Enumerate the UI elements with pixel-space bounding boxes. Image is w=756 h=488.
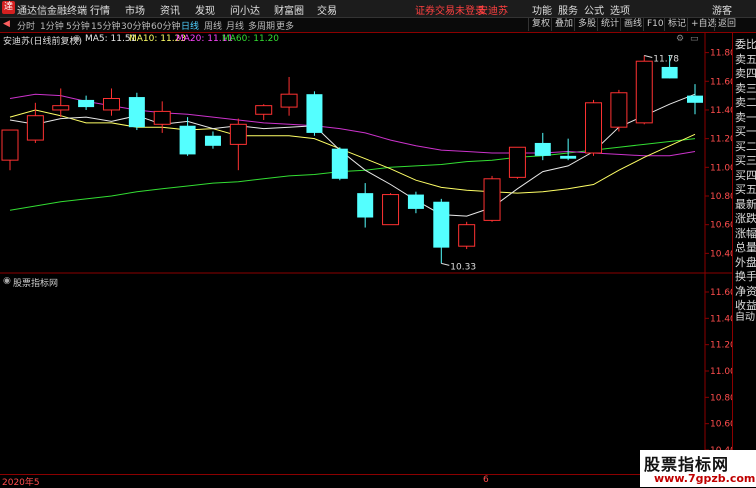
indicator-y-tick-label: 11.00 [710, 367, 732, 377]
legend-toggle-icon[interactable]: ◉ [73, 34, 81, 44]
candle-body-down [534, 142, 551, 156]
draw-line-button[interactable]: 画线 [620, 18, 645, 31]
y-tick-label: 11.00 [710, 163, 732, 173]
low-marker [441, 262, 450, 266]
candle-body-up [280, 93, 298, 108]
candle-body-up [508, 146, 526, 178]
y-tick-label: 11.20 [710, 135, 732, 145]
y-tick-label: 11.60 [710, 77, 732, 87]
menu-wealth-circle[interactable]: 财富圈 [274, 2, 304, 17]
period-toolbar: ◀ 分时 1分钟 5分钟 15分钟 30分钟 60分钟 日线 周线 月线 多周期… [0, 18, 756, 33]
kline-chart[interactable]: 11.80 11.60 11.40 11.20 11.00 10.80 10.60 10.40… [0, 33, 732, 474]
chart-title: 安迪苏(日线前复权) [3, 37, 83, 47]
guest-label[interactable]: 游客 [712, 2, 732, 17]
adjust-button[interactable]: 复权 [528, 18, 553, 31]
menu-service[interactable]: 服务 [558, 2, 578, 17]
indicator-y-tick-label: 10.60 [710, 420, 732, 430]
indicator-y-tick-label: 11.40 [710, 314, 732, 324]
menu-discover[interactable]: 发现 [195, 2, 215, 17]
candle-body-down [78, 99, 95, 108]
period-monthly[interactable]: 月线 [226, 19, 244, 32]
candle-body-up [635, 60, 653, 124]
period-1min[interactable]: 1分钟 [40, 19, 64, 32]
candle-body-up [255, 105, 273, 115]
candle-body-up [610, 92, 628, 128]
candle-body-up [229, 123, 247, 145]
auto-label[interactable]: 自动 [735, 308, 755, 323]
candle-body-down [306, 94, 323, 133]
menu-market[interactable]: 市场 [125, 2, 145, 17]
watermark-logo: 股票指标网 www.7gpzb.com [640, 450, 756, 487]
candle-body-up [1, 129, 19, 161]
ma60-legend: MA60: 11.20 [222, 34, 280, 44]
date-start-label: 2020年5 [2, 478, 40, 488]
candle-body-down [661, 66, 678, 79]
candle-body-down [204, 135, 221, 146]
candle-body-down [407, 194, 424, 209]
menu-options[interactable]: 选项 [610, 2, 630, 17]
indicator-y-tick-label: 10.80 [710, 393, 732, 403]
candle-body-up [458, 224, 476, 247]
period-multi[interactable]: 多周期 [248, 19, 275, 32]
period-daily[interactable]: 日线 [181, 19, 199, 32]
candle-body-up [585, 102, 603, 154]
candle-body-down [433, 201, 450, 248]
indicator-toggle-icon[interactable]: ◉ [3, 276, 11, 286]
candle-body-up [153, 110, 171, 125]
period-5min[interactable]: 5分钟 [66, 19, 90, 32]
chart-settings-icon[interactable]: ⚙ [676, 34, 684, 44]
high-marker [644, 54, 653, 58]
chart-expand-icon[interactable]: ▭ [690, 34, 699, 44]
app-name: 通达信金融终端 [17, 6, 87, 17]
menu-quotes[interactable]: 行情 [90, 2, 110, 17]
menu-ask[interactable]: 问小达 [230, 2, 260, 17]
candle-body-up [483, 178, 501, 221]
candle-body-down [179, 125, 196, 155]
period-intraday[interactable]: 分时 [17, 19, 35, 32]
candle-body-down [357, 193, 374, 218]
y-tick-label: 10.60 [710, 221, 732, 231]
y-tick-label: 11.40 [710, 106, 732, 116]
low-annotation: 10.33 [450, 262, 476, 272]
watermark-url: www.7gpzb.com [654, 472, 756, 485]
menu-formula[interactable]: 公式 [584, 2, 604, 17]
date-axis: 2020年5 6 [0, 474, 732, 488]
indicator-y-tick-label: 11.20 [710, 341, 732, 351]
indicator-title: 股票指标网 [13, 279, 59, 289]
toolbar-arrow-icon[interactable]: ◀ [3, 19, 10, 29]
candle-body-up [26, 115, 44, 141]
period-15min[interactable]: 15分钟 [91, 19, 120, 32]
candle-body-up [382, 194, 400, 226]
date-mid-label: 6 [483, 475, 489, 485]
mark-button[interactable]: 标记 [664, 18, 689, 31]
candle-body-up [52, 105, 70, 111]
candle-body-down [560, 155, 577, 159]
high-annotation: 11.78 [653, 54, 679, 64]
y-tick-label: 10.80 [710, 192, 732, 202]
period-more[interactable]: 更多 [276, 19, 294, 32]
period-60min[interactable]: 60分钟 [151, 19, 180, 32]
y-tick-label: 10.40 [710, 249, 732, 259]
candle-body-up [102, 97, 120, 111]
indicator-y-tick-label: 11.60 [710, 288, 732, 298]
back-button[interactable]: 返回 [714, 18, 739, 31]
period-30min[interactable]: 30分钟 [121, 19, 150, 32]
period-weekly[interactable]: 周线 [204, 19, 222, 32]
multi-stock-button[interactable]: 多股 [574, 18, 599, 31]
statistics-button[interactable]: 统计 [597, 18, 622, 31]
y-tick-label: 11.80 [710, 49, 732, 59]
trade-login-notice[interactable]: 证券交易未登录 [415, 2, 485, 17]
menu-function[interactable]: 功能 [532, 2, 552, 17]
current-stock-link[interactable]: 安迪苏 [478, 2, 508, 17]
candle-body-down [687, 95, 703, 103]
menu-trade[interactable]: 交易 [317, 2, 337, 17]
candle-body-down [128, 97, 145, 128]
menu-news[interactable]: 资讯 [160, 2, 180, 17]
overlay-button[interactable]: 叠加 [551, 18, 576, 31]
candle-body-down [331, 148, 348, 179]
app-logo-icon: 達 [2, 1, 15, 14]
title-bar: 達 通达信金融终端 行情 市场 资讯 发现 问小达 财富圈 交易 证券交易未登录… [0, 0, 756, 18]
